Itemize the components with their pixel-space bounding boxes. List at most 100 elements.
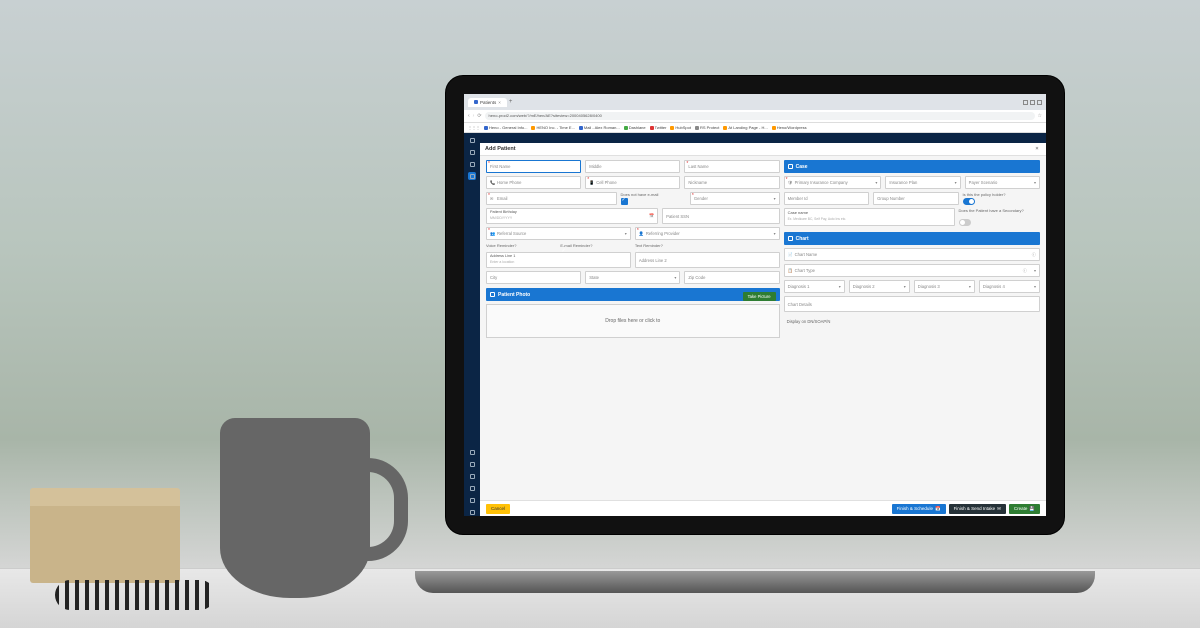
shield-icon: 🛡	[788, 180, 793, 186]
voice-reminder-label: Voice Reminder?	[486, 243, 556, 248]
window-close-button[interactable]	[1037, 100, 1042, 105]
sidebar-item-docs[interactable]	[468, 472, 476, 480]
bookmark-item[interactable]: HENO Inc. - Time E...	[531, 125, 574, 130]
referral-source-select[interactable]: *👥Referral Source	[486, 227, 631, 240]
back-icon[interactable]: ‹	[468, 113, 470, 119]
email-reminder-label: E-mail Reminder?	[560, 243, 630, 248]
first-name-input[interactable]: *First Name	[486, 160, 581, 173]
file-dropzone[interactable]: Drop files here or click to	[486, 304, 780, 338]
sidebar-item-settings[interactable]	[468, 496, 476, 504]
forward-icon[interactable]: ›	[473, 113, 475, 119]
sidebar-item-calendar[interactable]	[468, 148, 476, 156]
app-topbar	[480, 133, 1046, 143]
bookmark-item[interactable]: Twitter	[650, 125, 667, 130]
policy-holder-toggle[interactable]	[963, 198, 975, 205]
diagnosis-2-select[interactable]: Diagnosis 2	[849, 280, 910, 293]
secondary-label: Does the Patient have a Secondary?	[959, 208, 1024, 219]
payer-scenario-select[interactable]: Payer Scenario	[965, 176, 1040, 189]
sidebar-item-home[interactable]	[468, 136, 476, 144]
sidebar-item-reports[interactable]	[468, 448, 476, 456]
text-reminder-label: Text Reminder?	[635, 243, 705, 248]
gender-select[interactable]: *Gender	[690, 192, 780, 205]
tab-title: Patients	[480, 100, 496, 105]
middle-input[interactable]: Middle	[585, 160, 680, 173]
case-icon	[788, 164, 793, 169]
group-number-input[interactable]: Group Number	[873, 192, 958, 205]
bookmark-item[interactable]: HubSpot	[670, 125, 691, 130]
secondary-toggle[interactable]	[959, 219, 971, 226]
url-field[interactable]: heno-prod2.com/web/?/mE/hen/AE?siteview=…	[485, 112, 1035, 120]
no-email-checkbox[interactable]	[621, 198, 628, 205]
modal-header: Add Patient ×	[480, 143, 1046, 156]
sidebar-item-search[interactable]	[468, 172, 476, 180]
phone-icon: 📞	[490, 180, 495, 186]
zip-input[interactable]: Zip Code	[684, 271, 779, 284]
cancel-button[interactable]: Cancel	[486, 504, 510, 514]
screen: Patients × + ‹ › ⟳ heno-prod2.com/web/?/…	[464, 94, 1046, 516]
create-button[interactable]: Create 💾	[1009, 504, 1040, 514]
finish-schedule-button[interactable]: Finish & Schedule 📅	[892, 504, 946, 514]
state-select[interactable]: State	[585, 271, 680, 284]
coffee-mug	[220, 418, 370, 598]
email-input[interactable]: *✉Email	[486, 192, 617, 205]
city-input[interactable]: City	[486, 271, 581, 284]
chart-name-input[interactable]: 📄Chart Nameⓘ	[784, 248, 1040, 261]
chart-details-input[interactable]: Chart Details	[784, 296, 1040, 312]
calendar-icon[interactable]: 📅	[649, 213, 654, 219]
display-on-input[interactable]: Display on DN/SOAP/N	[784, 315, 1040, 328]
laptop-frame: Patients × + ‹ › ⟳ heno-prod2.com/web/?/…	[445, 75, 1065, 535]
diagnosis-4-select[interactable]: Diagnosis 4	[979, 280, 1040, 293]
sidebar-item-help[interactable]	[468, 508, 476, 516]
minimize-button[interactable]	[1023, 100, 1028, 105]
email-icon: ✉	[490, 196, 495, 201]
bookmark-item[interactable]: Heno - General Info...	[484, 125, 527, 130]
birthday-input[interactable]: Patient Birthday MM/DD/YYYY 📅	[486, 208, 658, 224]
modal-footer: Cancel Finish & Schedule 📅 Finish & Send…	[480, 500, 1046, 516]
info-icon[interactable]: ⓘ	[1032, 252, 1036, 258]
sidebar-item-billing[interactable]	[468, 460, 476, 468]
new-tab-button[interactable]: +	[509, 99, 513, 105]
take-picture-button[interactable]: Take Picture	[743, 292, 776, 301]
referral-icon: 👥	[490, 231, 495, 237]
bookmark-item[interactable]: Dashlane	[624, 125, 646, 130]
referring-provider-select[interactable]: *👤Referring Provider	[635, 227, 780, 240]
camera-icon	[490, 292, 495, 297]
diagnosis-1-select[interactable]: Diagnosis 1	[784, 280, 845, 293]
bookmark-item[interactable]: RS Protect	[695, 125, 719, 130]
address1-input[interactable]: Address Line 1 Enter a location	[486, 252, 631, 268]
app-sidebar	[464, 133, 480, 516]
home-phone-input[interactable]: 📞Home Phone	[486, 176, 581, 189]
star-icon[interactable]: ☆	[1038, 113, 1042, 119]
refresh-icon[interactable]: ⟳	[477, 113, 481, 119]
bookmark-item[interactable]: At Landing Page - H...	[723, 125, 767, 130]
info-icon[interactable]: ⓘ	[1023, 268, 1027, 274]
browser-titlebar: Patients × +	[464, 94, 1046, 110]
sidebar-item-users[interactable]	[468, 484, 476, 492]
bookmark-item[interactable]: Heno/Wordpress	[772, 125, 807, 130]
bookmarks-bar: ⋮⋮⋮ Heno - General Info... HENO Inc. - T…	[464, 123, 1046, 133]
last-name-input[interactable]: *Last Name	[684, 160, 779, 173]
bookmark-item[interactable]: Mail - Alex Roman...	[579, 125, 620, 130]
chart-icon	[788, 236, 793, 241]
apps-icon[interactable]: ⋮⋮⋮	[468, 125, 480, 130]
browser-tab[interactable]: Patients ×	[468, 98, 507, 107]
chart-header: Chart	[784, 232, 1040, 245]
insurance-company-select[interactable]: *🛡Primary Insurance Company	[784, 176, 882, 189]
case-header: Case	[784, 160, 1040, 173]
diagnosis-3-select[interactable]: Diagnosis 3	[914, 280, 975, 293]
sidebar-item-patients[interactable]	[468, 160, 476, 168]
tab-favicon	[474, 100, 478, 104]
close-icon[interactable]: ×	[498, 100, 501, 105]
modal-close-button[interactable]: ×	[1033, 145, 1041, 153]
maximize-button[interactable]	[1030, 100, 1035, 105]
member-id-input[interactable]: Member Id	[784, 192, 869, 205]
insurance-plan-select[interactable]: Insurance Plan	[885, 176, 960, 189]
cell-phone-input[interactable]: *📱Cell Phone	[585, 176, 680, 189]
search-icon	[470, 174, 475, 179]
address2-input[interactable]: Address Line 2	[635, 252, 780, 268]
ssn-input[interactable]: Patient SSN	[662, 208, 779, 224]
nickname-input[interactable]: Nickname	[684, 176, 779, 189]
chart-type-select[interactable]: 📋Chart Typeⓘ	[784, 264, 1040, 277]
finish-intake-button[interactable]: Finish & Send Intake ✉	[949, 504, 1006, 514]
case-name-input[interactable]: Case name Ex. Medicare BC, Self Pay, Aut…	[784, 208, 955, 226]
